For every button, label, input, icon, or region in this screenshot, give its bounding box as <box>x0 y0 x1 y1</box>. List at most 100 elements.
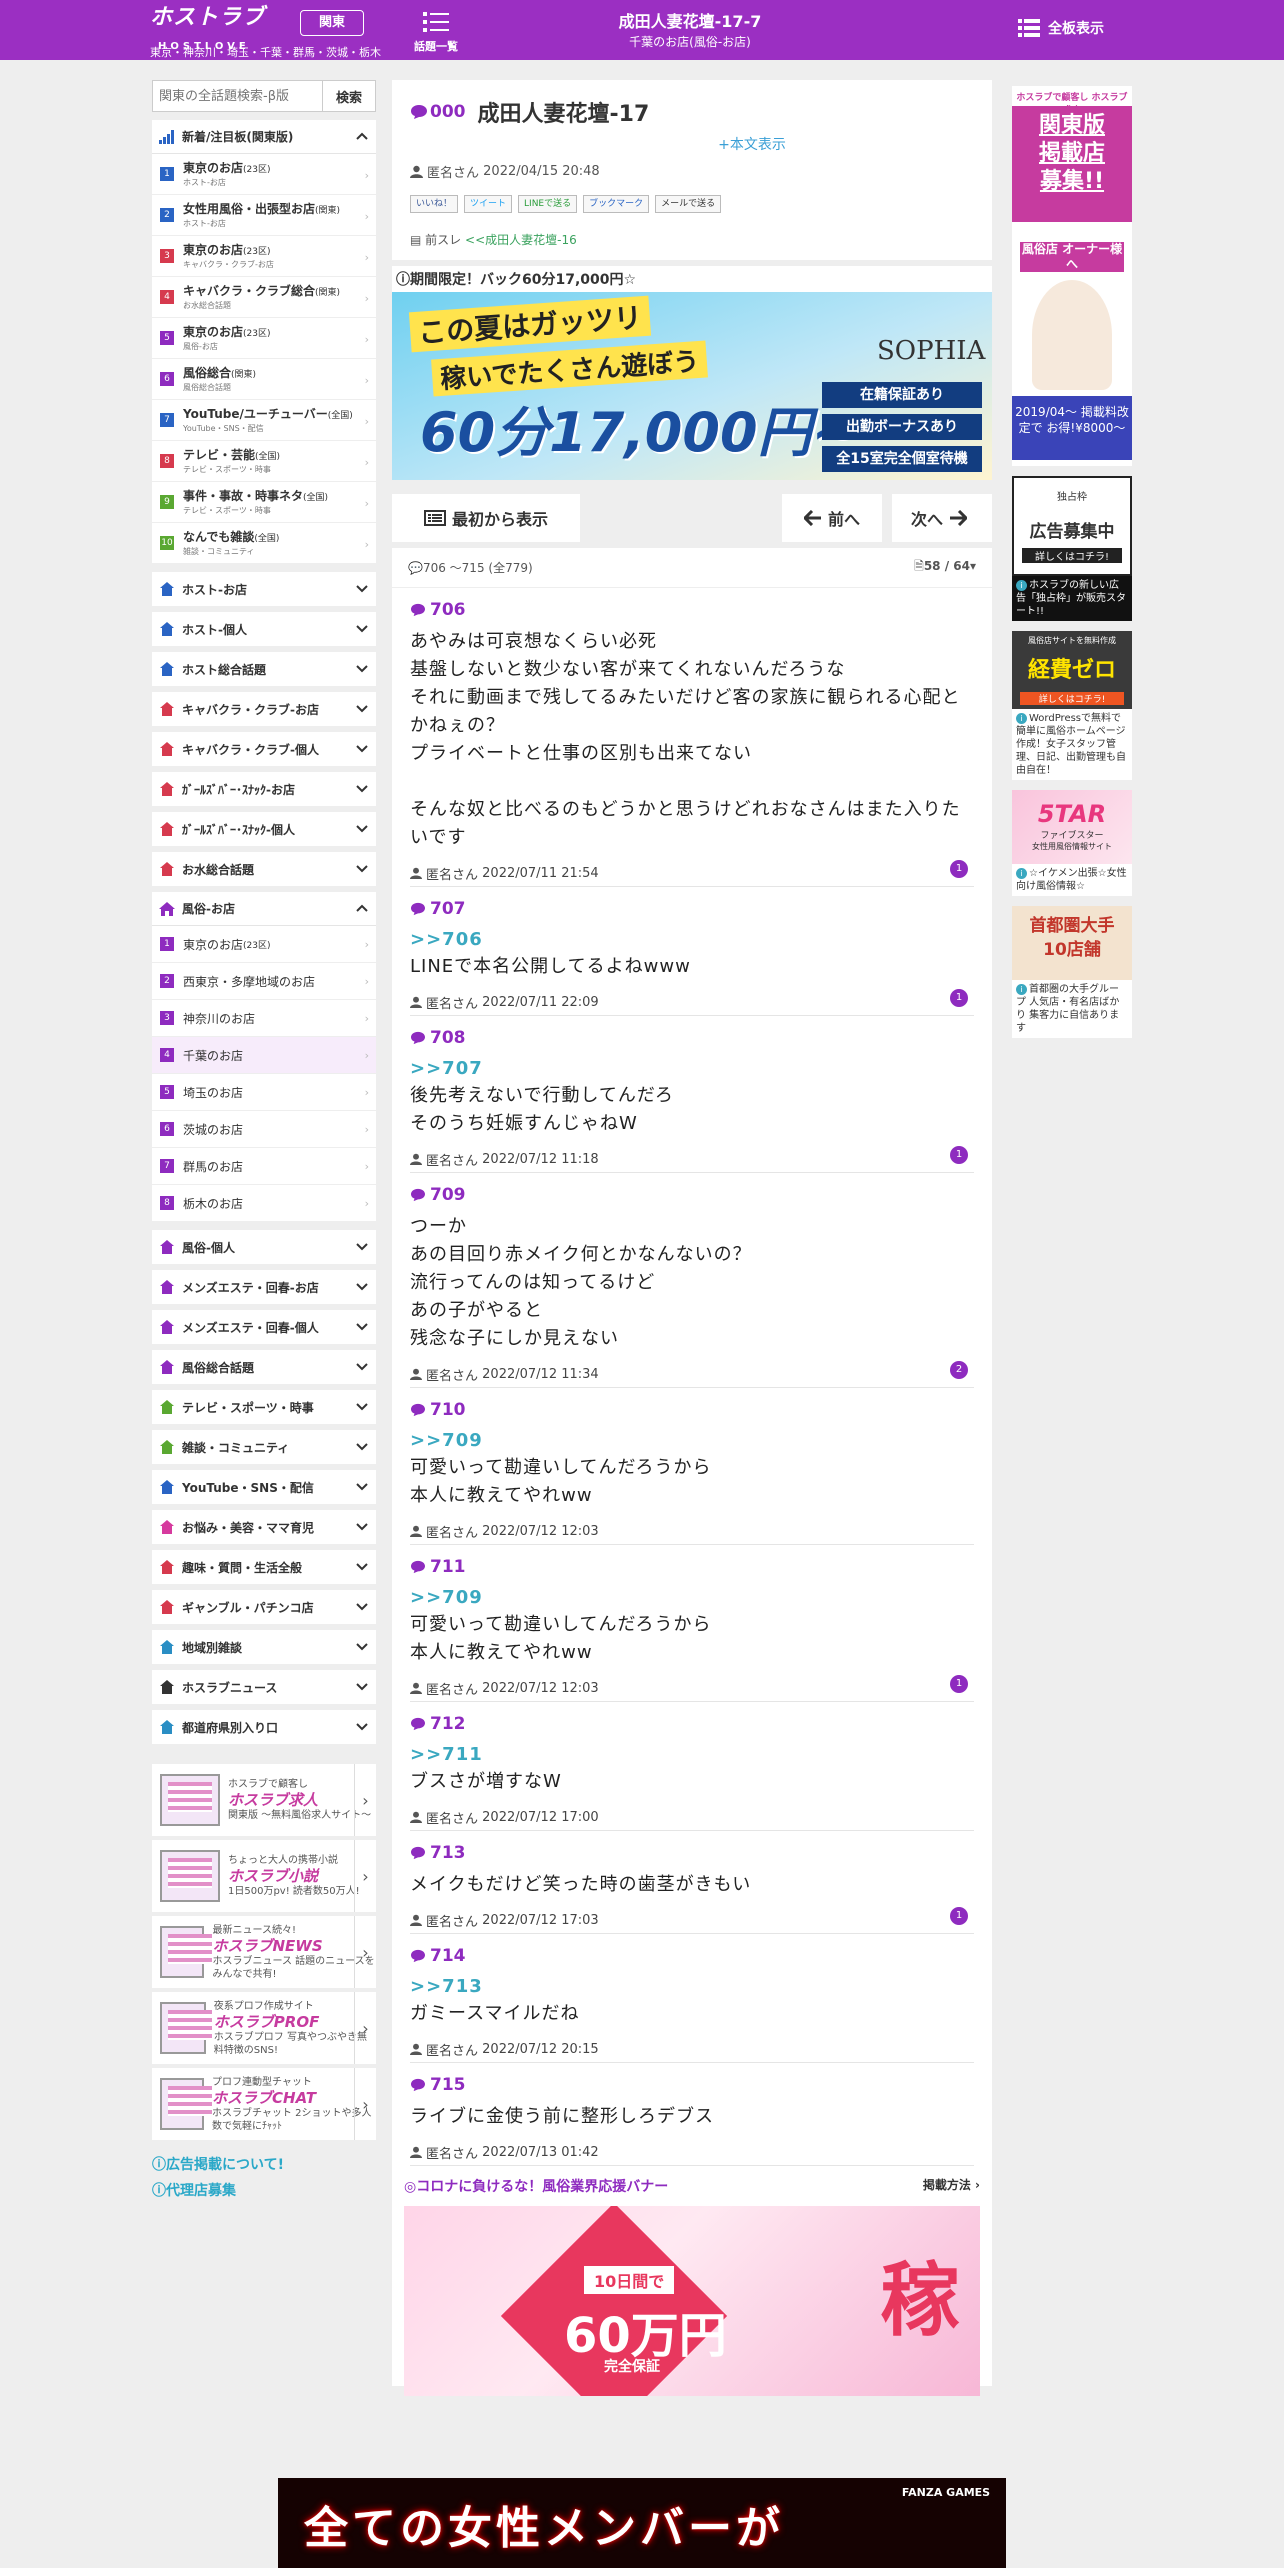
search-button[interactable]: 検索 <box>322 80 376 112</box>
featured-board-item[interactable]: 3 東京のお店(23区) キャバクラ・クラブ-お店 › <box>152 236 376 277</box>
category-header[interactable]: 雑談・コミュニティ <box>152 1430 376 1464</box>
free-website-ad[interactable]: 風俗店サイトを無料作成 経費ゼロ 詳しくはコチラ! i WordPressで無料で… <box>1012 631 1132 780</box>
region-board-item[interactable]: 4 千葉のお店 › <box>152 1037 376 1074</box>
post-number[interactable]: 714 <box>410 1946 974 1966</box>
category-header[interactable]: YouTube・SNS・配信 <box>152 1470 376 1504</box>
recruit-ad[interactable]: ホスラブで顧客し ホスラブ求人 関東版 掲載店 募集!! 風俗店 オーナー様へ … <box>1012 86 1132 466</box>
thread-category[interactable]: 千葉のお店(風俗-お店) <box>560 34 820 50</box>
category-header[interactable]: お悩み・美容・ママ育児 <box>152 1510 376 1544</box>
post-number[interactable]: 710 <box>410 1400 974 1420</box>
tokyo-group-ad[interactable]: 首都圏大手 10店舗 i 首都圏の大手グループ 人気店・有名店ばかり 集客力に自信… <box>1012 906 1132 1038</box>
region-board-item[interactable]: 5 埼玉のお店 › <box>152 1074 376 1111</box>
reply-count-badge[interactable]: 1 <box>950 1146 968 1164</box>
bottom-fixed-ad[interactable]: 全ての女性メンバーが FANZA GAMES <box>278 2478 1006 2568</box>
agency-link[interactable]: ⓘ代理店募集 <box>152 2178 376 2204</box>
listing-method-link[interactable]: 掲載方法 › <box>923 2176 980 2196</box>
featured-board-item[interactable]: 7 YouTube/ユーチューバー(全国) YouTube・SNS・配信 › <box>152 400 376 441</box>
category-header[interactable]: 趣味・質問・生活全般 <box>152 1550 376 1584</box>
region-board-item[interactable]: 3 神奈川のお店 › <box>152 1000 376 1037</box>
service-promo[interactable]: ホスラブで顧客し ホスラブ求人 関東版 〜無料風俗求人サイト〜 › <box>152 1764 376 1836</box>
reply-anchor-link[interactable]: >>713 <box>410 1974 974 2000</box>
reply-count-badge[interactable]: 1 <box>950 860 968 878</box>
featured-board-item[interactable]: 4 キャバクラ・クラブ総合(関東) お水総合話題 › <box>152 277 376 318</box>
featured-board-item[interactable]: 1 東京のお店(23区) ホスト-お店 › <box>152 154 376 195</box>
category-header[interactable]: 風俗総合話題 <box>152 1350 376 1384</box>
category-header[interactable]: キャバクラ・クラブ-お店 <box>152 692 376 726</box>
featured-board-item[interactable]: 8 テレビ・芸能(全国) テレビ・スポーツ・時事 › <box>152 441 376 482</box>
corona-ad-image[interactable]: 10日間で 60万円 完全保証 稼 <box>404 2206 980 2396</box>
featured-header[interactable]: 新着/注目板(関東版) <box>152 120 376 154</box>
previous-thread-link[interactable]: <<成田人妻花壇-16 <box>465 233 577 247</box>
featured-board-item[interactable]: 9 事件・事故・時事ネタ(全国) テレビ・スポーツ・時事 › <box>152 482 376 523</box>
region-board-item[interactable]: 2 西東京・多摩地域のお店 › <box>152 963 376 1000</box>
ad-info-link[interactable]: ⓘ広告掲載について! <box>152 2152 376 2178</box>
category-header[interactable]: ｶﾞｰﾙｽﾞﾊﾞｰ･ｽﾅｯｸ-お店 <box>152 772 376 806</box>
reply-anchor-link[interactable]: >>711 <box>410 1742 974 1768</box>
service-promo[interactable]: ちょっと大人の携帯小説 ホスラブ小説 1日500万pv! 読者数50万人! › <box>152 1840 376 1912</box>
service-promo[interactable]: 夜系プロフ作成サイト ホスラブPROF ホスラブプロフ 写真やつぶやき無料特徴のSN… <box>152 1992 376 2064</box>
featured-board-item[interactable]: 2 女性用風俗・出張型お店(関東) ホスト-お店 › <box>152 195 376 236</box>
post-item: 707 >>706 LINEで本名公開してるよねwww 匿名さん 2022/07/11… <box>410 887 974 1016</box>
line-share-button[interactable]: LINEで送る <box>518 195 578 213</box>
post-number[interactable]: 706 <box>410 600 974 620</box>
post-number[interactable]: 711 <box>410 1557 974 1577</box>
full-board-button[interactable]: 全板表示 <box>1018 18 1104 38</box>
post-total: (全779) <box>488 561 533 575</box>
category-header[interactable]: ｶﾞｰﾙｽﾞﾊﾞｰ･ｽﾅｯｸ-個人 <box>152 812 376 846</box>
category-header[interactable]: 風俗-個人 <box>152 1230 376 1264</box>
region-board-item[interactable]: 8 栃木のお店 › <box>152 1185 376 1222</box>
ad-title[interactable]: ⓘ期間限定！バック60分17,000円☆ <box>392 266 992 292</box>
reply-anchor-link[interactable]: >>709 <box>410 1428 974 1454</box>
site-logo[interactable]: ホストラブ HOSTLOVE 東京・神奈川・埼玉・千葉・群馬・茨城・栃木 <box>150 7 381 66</box>
service-promo[interactable]: プロフ連動型チャット ホスラブCHAT ホスラブチャット 2ショットや多人数で気軽に… <box>152 2068 376 2140</box>
reply-anchor-link[interactable]: >>706 <box>410 927 974 953</box>
category-header[interactable]: 地域別雑談 <box>152 1630 376 1664</box>
post-number[interactable]: 715 <box>410 2075 974 2095</box>
post-number[interactable]: 708 <box>410 1028 974 1048</box>
tweet-button[interactable]: ツイート <box>464 195 513 213</box>
category-header[interactable]: ホスト-個人 <box>152 612 376 646</box>
category-header[interactable]: ホスト総合話題 <box>152 652 376 686</box>
reply-count-badge[interactable]: 2 <box>950 1361 968 1379</box>
region-board-item[interactable]: 6 茨城のお店 › <box>152 1111 376 1148</box>
featured-board-item[interactable]: 10 なんでも雑談(全国) 雑談・コミュニティ › <box>152 523 376 564</box>
post-number[interactable]: 712 <box>410 1714 974 1734</box>
featured-board-item[interactable]: 6 風俗総合(関東) 風俗総合話題 › <box>152 359 376 400</box>
exclusive-ad[interactable]: 独占枠 広告募集中 詳しくはコチラ! i ホスラブの新しい広告「独占枠」が販売スタ… <box>1012 476 1132 621</box>
facebook-like-button[interactable]: いいね！ <box>410 195 459 213</box>
ad-banner-sophia[interactable]: この夏はガッツリ 稼いでたくさん遊ぼう 60分17,000円~ SOPHIA 在… <box>392 292 992 480</box>
reply-count-badge[interactable]: 1 <box>950 1907 968 1925</box>
region-board-item[interactable]: 1 東京のお店 (23区) › <box>152 926 376 963</box>
category-header[interactable]: メンズエステ・回春-個人 <box>152 1310 376 1344</box>
page-select[interactable]: 🗎58 / 64▾ <box>914 557 976 578</box>
region-button[interactable]: 関東 <box>300 10 364 36</box>
category-header[interactable]: 都道府県別入り口 <box>152 1710 376 1744</box>
category-header[interactable]: テレビ・スポーツ・時事 <box>152 1390 376 1424</box>
bookmark-button[interactable]: ブックマーク <box>583 195 650 213</box>
reply-count-badge[interactable]: 1 <box>950 989 968 1007</box>
show-from-start-button[interactable]: 最初から表示 <box>392 494 580 542</box>
category-header[interactable]: ギャンブル・パチンコ店 <box>152 1590 376 1624</box>
fuzoku-shop-header[interactable]: 風俗-お店 <box>152 892 376 926</box>
prev-page-button[interactable]: 前へ <box>782 494 882 542</box>
next-page-button[interactable]: 次へ <box>892 494 992 542</box>
featured-board-item[interactable]: 5 東京のお店(23区) 風俗-お店 › <box>152 318 376 359</box>
post-number[interactable]: 707 <box>410 899 974 919</box>
reply-anchor-link[interactable]: >>707 <box>410 1056 974 1082</box>
topics-list-button[interactable]: 話題一覧 <box>408 8 464 56</box>
show-body-link[interactable]: +本文表示 <box>410 134 974 154</box>
reply-count-badge[interactable]: 1 <box>950 1675 968 1693</box>
category-header[interactable]: キャバクラ・クラブ-個人 <box>152 732 376 766</box>
category-header[interactable]: お水総合話題 <box>152 852 376 886</box>
service-promo[interactable]: 最新ニュース続々! ホスラブNEWS ホスラブニュース 話題のニュースをみんなで共有… <box>152 1916 376 1988</box>
post-number[interactable]: 713 <box>410 1843 974 1863</box>
post-number[interactable]: 709 <box>410 1185 974 1205</box>
category-header[interactable]: ホスラブニュース <box>152 1670 376 1704</box>
fivestar-ad[interactable]: 5TAR ファイブスター 女性用風俗情報サイト i ☆イケメン出張☆女性向け風俗情… <box>1012 790 1132 896</box>
reply-anchor-link[interactable]: >>709 <box>410 1585 974 1611</box>
mail-share-button[interactable]: メールで送る <box>655 195 722 213</box>
category-header[interactable]: ホスト-お店 <box>152 572 376 606</box>
region-board-item[interactable]: 7 群馬のお店 › <box>152 1148 376 1185</box>
search-input[interactable] <box>152 80 322 112</box>
category-header[interactable]: メンズエステ・回春-お店 <box>152 1270 376 1304</box>
